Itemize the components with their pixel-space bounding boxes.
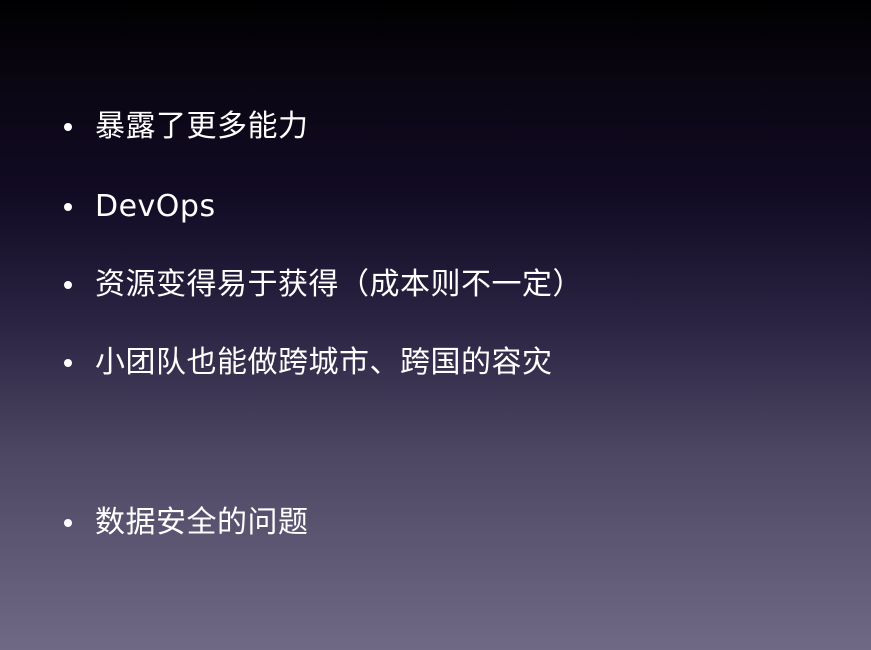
bullet-item: 数据安全的问题 bbox=[64, 503, 309, 543]
bullet-text: 暴露了更多能力 bbox=[95, 109, 309, 144]
bullet-dot-icon bbox=[64, 123, 72, 131]
bullet-dot-icon bbox=[64, 359, 72, 367]
bullet-dot-icon bbox=[64, 203, 72, 211]
bullet-item: 资源变得易于获得（成本则不一定） bbox=[64, 265, 583, 305]
bullet-text: 资源变得易于获得（成本则不一定） bbox=[95, 267, 583, 302]
bullet-item: DevOps bbox=[64, 187, 216, 227]
bullet-text: 小团队也能做跨城市、跨国的容灾 bbox=[95, 345, 553, 380]
bullet-dot-icon bbox=[64, 281, 72, 289]
bullet-item: 暴露了更多能力 bbox=[64, 107, 309, 147]
bullet-text: 数据安全的问题 bbox=[95, 505, 309, 540]
slide: 暴露了更多能力 DevOps 资源变得易于获得（成本则不一定） 小团队也能做跨城… bbox=[0, 0, 871, 650]
bullet-dot-icon bbox=[64, 519, 72, 527]
bullet-text: DevOps bbox=[95, 189, 216, 224]
bullet-item: 小团队也能做跨城市、跨国的容灾 bbox=[64, 343, 553, 383]
